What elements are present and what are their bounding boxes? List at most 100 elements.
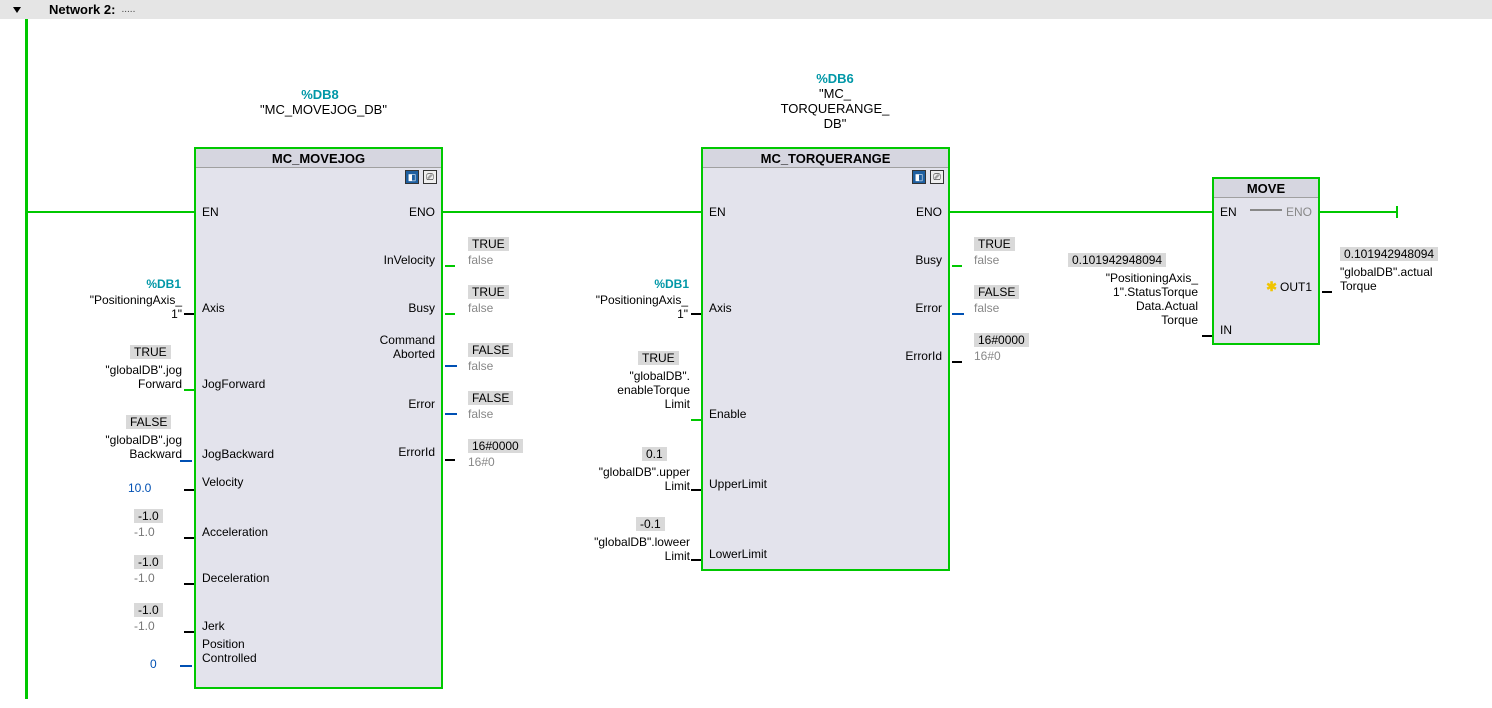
port-axis: Axis (202, 301, 225, 315)
block-title: MC_TORQUERANGE (703, 149, 948, 168)
cmdab-val: FALSE (468, 343, 513, 357)
port-eno: ENO (1286, 205, 1312, 219)
db-header-jog: %DB8 "MC_MOVEJOG_DB" (260, 87, 380, 117)
enable-val: TRUE (638, 351, 679, 365)
port-axis: Axis (709, 301, 732, 315)
port-out1: ✱OUT1 (1266, 279, 1312, 295)
network-desc: ..... (121, 4, 135, 15)
block-icon[interactable]: ◧ (405, 170, 419, 184)
tq-error-val: FALSE (974, 285, 1019, 299)
wire (1320, 211, 1398, 213)
jogfwd-name: "globalDB".jogForward (72, 363, 182, 391)
cmdab-under: false (468, 359, 493, 373)
block-movejog[interactable]: MC_MOVEJOG ◧ ⎚ EN Axis JogForward JogBac… (194, 147, 443, 689)
tq-errid-val: 16#0000 (974, 333, 1029, 347)
busy-val: TRUE (468, 285, 509, 299)
pin (445, 265, 455, 267)
jogfwd-val: TRUE (130, 345, 171, 359)
block-title: MC_MOVEJOG (196, 149, 441, 168)
network-header[interactable]: Network 2: ..... (0, 0, 1492, 19)
errid-val: 16#0000 (468, 439, 523, 453)
pin (180, 665, 192, 667)
db-header-tq: %DB6 "MC_TORQUERANGE_DB" (775, 71, 895, 131)
vel-val: 10.0 (128, 481, 151, 495)
block-type-icon[interactable]: ⎚ (423, 170, 437, 184)
pin (445, 365, 457, 367)
error-under: false (468, 407, 493, 421)
invel-under: false (468, 253, 493, 267)
tq-axis-name: "PositioningAxis_1" (566, 293, 688, 321)
move-out-val: 0.101942948094 (1340, 247, 1438, 261)
jogbwd-name: "globalDB".jogBackward (70, 433, 182, 461)
upper-name: "globalDB".upperLimit (568, 465, 690, 493)
pin (952, 313, 964, 315)
port-jerk: Jerk (202, 619, 225, 633)
wire (443, 211, 701, 213)
star-icon: ✱ (1266, 279, 1277, 294)
tq-error-under: false (974, 301, 999, 315)
pin (184, 537, 194, 539)
ladder-diagram: %DB8 "MC_MOVEJOG_DB" MC_MOVEJOG ◧ ⎚ EN A… (0, 19, 1492, 708)
block-torquerange[interactable]: MC_TORQUERANGE ◧ ⎚ EN Axis Enable UpperL… (701, 147, 950, 571)
port-en: EN (709, 205, 726, 219)
lower-val: -0.1 (636, 517, 665, 531)
pin (952, 265, 962, 267)
block-icon[interactable]: ◧ (912, 170, 926, 184)
collapse-icon[interactable] (13, 7, 21, 13)
posctrl-val: 0 (150, 657, 157, 671)
port-eno: ENO (916, 205, 942, 219)
port-cmdab: CommandAborted (380, 333, 435, 361)
busy-under: false (468, 301, 493, 315)
invel-val: TRUE (468, 237, 509, 251)
port-errid: ErrorId (905, 349, 942, 363)
axis-db: %DB1 (86, 277, 181, 291)
block-move[interactable]: MOVE EN ENO ✱OUT1 IN (1212, 177, 1320, 345)
pin (691, 559, 701, 561)
pin (691, 419, 701, 421)
pin (1322, 291, 1332, 293)
wire-term (1396, 206, 1398, 218)
pin (184, 313, 194, 315)
pin (180, 460, 192, 462)
port-error: Error (915, 301, 942, 315)
tq-busy-under: false (974, 253, 999, 267)
pin (1202, 335, 1212, 337)
port-jogfwd: JogForward (202, 377, 265, 391)
pin (445, 459, 455, 461)
port-upper: UpperLimit (709, 477, 767, 491)
errid-under: 16#0 (468, 455, 495, 469)
port-busy: Busy (915, 253, 942, 267)
wire (950, 211, 1212, 213)
pin (691, 489, 701, 491)
move-in-val: 0.101942948094 (1068, 253, 1166, 267)
acc-val: -1.0 (134, 509, 163, 523)
port-errid: ErrorId (398, 445, 435, 459)
jerk-under: -1.0 (134, 619, 155, 633)
move-in-name: "PositioningAxis_1".StatusTorqueData.Act… (1068, 271, 1198, 327)
enable-name: "globalDB".enableTorqueLimit (604, 369, 690, 411)
pin (184, 489, 194, 491)
power-rail (25, 19, 28, 699)
eno-line (1250, 209, 1282, 211)
pin (184, 583, 194, 585)
move-out-name: "globalDB".actualTorque (1340, 265, 1460, 293)
pin (952, 361, 962, 363)
port-in: IN (1220, 323, 1232, 337)
port-en: EN (202, 205, 219, 219)
port-posctrl: PositionControlled (202, 637, 257, 665)
upper-val: 0.1 (642, 447, 667, 461)
dec-under: -1.0 (134, 571, 155, 585)
block-type-icon[interactable]: ⎚ (930, 170, 944, 184)
port-jogbwd: JogBackward (202, 447, 274, 461)
tq-errid-under: 16#0 (974, 349, 1001, 363)
axis-name: "PositioningAxis_1" (60, 293, 182, 321)
port-invel: InVelocity (384, 253, 435, 267)
error-val: FALSE (468, 391, 513, 405)
tq-busy-val: TRUE (974, 237, 1015, 251)
block-title: MOVE (1214, 179, 1318, 198)
port-enable: Enable (709, 407, 746, 421)
port-lower: LowerLimit (709, 547, 767, 561)
lower-name: "globalDB".loweerLimit (556, 535, 690, 563)
port-acc: Acceleration (202, 525, 268, 539)
wire (26, 211, 194, 213)
